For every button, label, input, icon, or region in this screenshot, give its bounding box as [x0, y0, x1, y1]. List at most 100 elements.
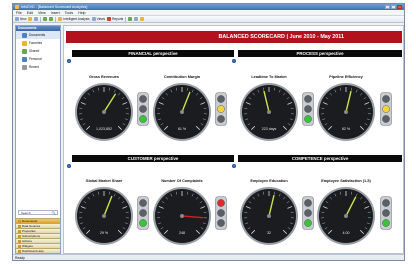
redo-button[interactable]: [49, 17, 54, 21]
traffic-light-lamp: [139, 219, 147, 227]
kpi-label: Leadtime To Market: [251, 75, 287, 79]
gauge: 1,023,852: [74, 82, 134, 142]
people-icon: [22, 48, 27, 54]
gauge-value-text: 29 %: [100, 231, 109, 235]
traffic-light-lamp: [382, 209, 390, 217]
traffic-light-lamp: [382, 105, 390, 113]
traffic-light-icon: [215, 92, 227, 126]
traffic-light-lamp: [382, 199, 390, 207]
info-bubble-icon[interactable]: [67, 59, 71, 63]
sidebar-item-label: Recent: [29, 65, 40, 69]
traffic-light-lamp: [217, 95, 225, 103]
status-text: Ready: [15, 256, 25, 260]
traffic-light-icon: [137, 196, 149, 230]
kpi-label: Contribution Margin: [163, 75, 201, 79]
open-icon: [28, 17, 33, 21]
traffic-light-lamp: [217, 199, 225, 207]
traffic-light-icon: [137, 92, 149, 126]
traffic-light-lamp: [304, 95, 312, 103]
analysis-icon: [58, 17, 63, 21]
menu-file[interactable]: File: [16, 10, 22, 15]
print-button[interactable]: [134, 17, 139, 21]
redo-icon: [49, 17, 54, 21]
new-button[interactable]: New: [15, 17, 26, 21]
traffic-light-lamp: [304, 219, 312, 227]
gauge-hub: [180, 110, 184, 114]
info-bubble-icon[interactable]: [67, 164, 71, 168]
refresh-button[interactable]: [128, 17, 133, 21]
views-icon: [91, 17, 96, 21]
menu-edit[interactable]: Edit: [27, 10, 33, 15]
person-icon: [22, 56, 27, 62]
gauge: 4.00: [316, 186, 376, 246]
application-window: InfoDVD - [Balanced Scorecard Analytics]…: [12, 3, 405, 261]
reports-button[interactable]: Reports: [107, 17, 123, 21]
traffic-light-lamp: [304, 199, 312, 207]
intelligent-analysis-button[interactable]: Intelligent Analysis: [58, 17, 90, 21]
maximize-button[interactable]: [391, 5, 396, 9]
save-button[interactable]: [34, 17, 39, 21]
gauge-hub: [344, 214, 348, 218]
toolbar-separator: [40, 16, 42, 22]
traffic-light-icon: [215, 196, 227, 230]
gauge-value-text: 223 days: [262, 127, 277, 131]
gauge: 82 %: [316, 82, 376, 142]
sidebar-item-recent[interactable]: Recent: [16, 63, 60, 71]
gauge-hub: [102, 214, 106, 218]
gauge: 248: [152, 186, 212, 246]
gauge-hub: [267, 214, 271, 218]
toolbar-separator: [125, 16, 127, 22]
star-icon: [22, 40, 27, 46]
clock-icon: [22, 64, 27, 70]
export-button[interactable]: [140, 17, 145, 21]
export-icon: [140, 17, 145, 21]
traffic-light-lamp: [139, 209, 147, 217]
views-button[interactable]: Views: [91, 17, 105, 21]
app-icon: [15, 5, 19, 9]
traffic-light-icon: [302, 92, 314, 126]
sidebar-item-shared[interactable]: Shared: [16, 47, 60, 55]
menu-view[interactable]: View: [38, 10, 46, 15]
refresh-icon: [128, 17, 133, 21]
save-icon: [34, 17, 39, 21]
traffic-light-lamp: [304, 105, 312, 113]
sidebar-item-label: Personal: [29, 57, 42, 61]
gauge: 32: [239, 186, 299, 246]
sidebar-item-documents[interactable]: Documents: [16, 31, 60, 39]
gauge-value-text: 82 %: [342, 127, 351, 131]
dashboard-title: BALANCED SCORECARD | June 2010 - May 201…: [66, 31, 402, 43]
section-competence: COMPETENCE perspective: [238, 155, 402, 162]
undo-button[interactable]: [43, 17, 48, 21]
sidebar-item-favorites[interactable]: Favorites: [16, 39, 60, 47]
sidebar-section-dashboard-help[interactable]: Dashboard Help: [16, 248, 60, 253]
close-button[interactable]: [397, 5, 402, 9]
section-customer: CUSTOMER perspective: [72, 155, 234, 162]
traffic-light-lamp: [139, 105, 147, 113]
gauge-value-text: 32: [267, 231, 271, 235]
dashboard-canvas: BALANCED SCORECARD | June 2010 - May 201…: [63, 25, 404, 254]
sidebar-item-label: Shared: [29, 49, 40, 53]
kpi-label: Pipeline Efficiency: [329, 75, 363, 79]
traffic-light-lamp: [217, 219, 225, 227]
info-bubble-icon[interactable]: [232, 59, 236, 63]
traffic-light-icon: [380, 196, 392, 230]
new-icon: [15, 17, 19, 21]
minimize-button[interactable]: [385, 5, 390, 9]
traffic-light-lamp: [304, 115, 312, 123]
sidebar-search-input[interactable]: Search 🔍: [18, 210, 58, 215]
traffic-light-lamp: [382, 115, 390, 123]
traffic-light-lamp: [382, 95, 390, 103]
menu-help[interactable]: Help: [78, 10, 85, 15]
menu-tools[interactable]: Tools: [65, 10, 73, 15]
info-bubble-icon[interactable]: [232, 164, 236, 168]
open-button[interactable]: [28, 17, 33, 21]
search-icon[interactable]: 🔍: [52, 211, 56, 215]
kpi-label: Global Market Share: [85, 179, 123, 183]
gauge: 223 days: [239, 82, 299, 142]
menu-insert[interactable]: Insert: [51, 10, 60, 15]
sidebar-item-personal[interactable]: Personal: [16, 55, 60, 63]
gauge-value-text: 248: [179, 231, 185, 235]
kpi-label: Number Of Complaints: [161, 179, 203, 183]
kpi-label: Employee Satisfaction (1-5): [321, 179, 371, 183]
kpi-label: Gross Revenues: [89, 75, 119, 79]
